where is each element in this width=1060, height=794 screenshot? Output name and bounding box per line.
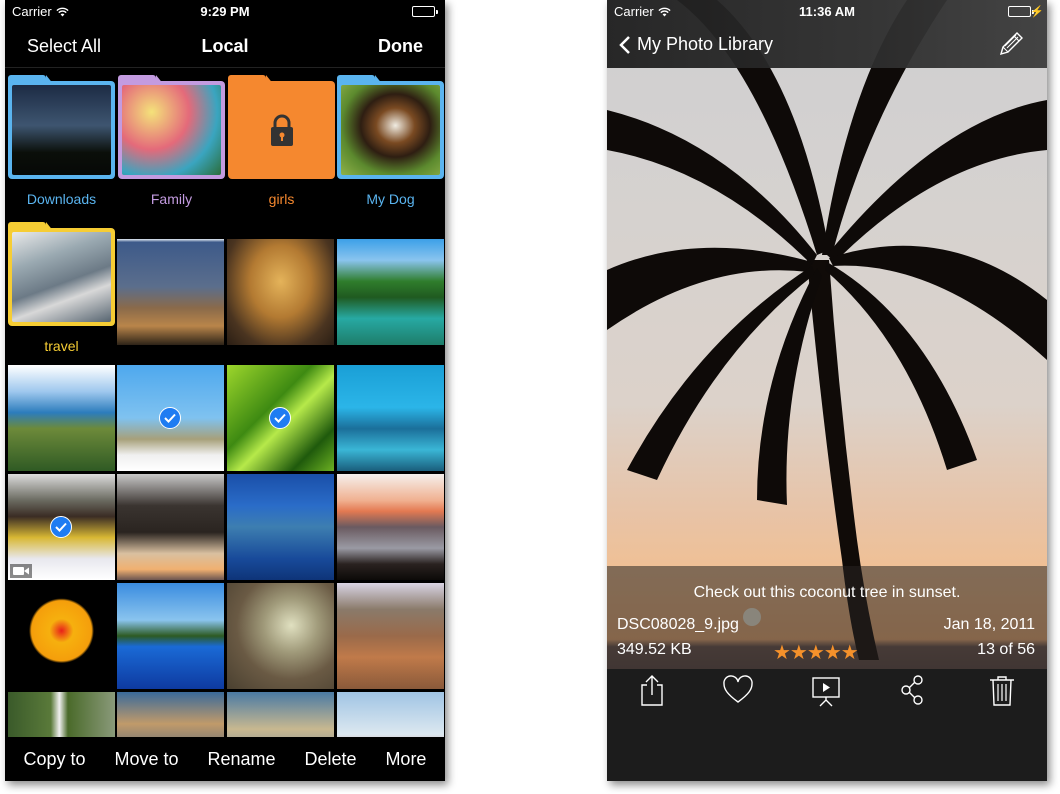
- status-time: 9:29 PM: [200, 4, 250, 19]
- folder-thumbnail: [12, 232, 111, 322]
- photo-thumbnail[interactable]: [117, 365, 224, 471]
- delete-button[interactable]: [985, 673, 1019, 707]
- slideshow-icon: [812, 677, 840, 707]
- folder-label: travel: [44, 338, 79, 354]
- folder-label: Downloads: [26, 191, 97, 207]
- photo-thumbnail[interactable]: [227, 583, 334, 689]
- favorite-button[interactable]: [721, 673, 755, 707]
- folder-thumbnail: [122, 85, 221, 175]
- photo-caption: Check out this coconut tree in sunset.: [693, 584, 961, 601]
- chevron-left-icon: [619, 35, 630, 54]
- video-camera-icon: [10, 564, 32, 578]
- star-rating[interactable]: ★★★★★: [773, 640, 859, 665]
- more-button[interactable]: More: [385, 749, 426, 770]
- back-label: My Photo Library: [637, 34, 774, 54]
- pencil-icon[interactable]: [997, 30, 1025, 58]
- photo-thumbnail[interactable]: [337, 692, 444, 737]
- navigation-bar: Carrier 11:36 AM ⚡ My Photo Library: [607, 0, 1047, 68]
- photo-thumbnail[interactable]: [117, 474, 224, 580]
- photo-thumbnail[interactable]: [8, 474, 115, 580]
- folder-downloads[interactable]: Downloads: [8, 69, 115, 209]
- folder-label: girls: [268, 191, 295, 207]
- share-button[interactable]: [635, 673, 669, 707]
- bottom-toolbar: Copy to Move to Rename Delete More: [5, 737, 445, 781]
- folder-family[interactable]: Family: [118, 69, 225, 209]
- photo-thumbnail[interactable]: [227, 474, 334, 580]
- lock-icon: [271, 114, 293, 146]
- folder-label: Family: [150, 191, 193, 207]
- photo-thumbnail[interactable]: [117, 239, 224, 345]
- photo-thumbnail[interactable]: [117, 692, 224, 737]
- rename-button[interactable]: Rename: [207, 749, 275, 770]
- file-name: DSC08028_9.jpg: [617, 616, 739, 633]
- slideshow-button[interactable]: [809, 673, 843, 707]
- photo-thumbnail[interactable]: [117, 583, 224, 689]
- selected-check-icon: [50, 516, 72, 538]
- trash-icon: [990, 676, 1014, 706]
- folder-girls[interactable]: girls: [228, 69, 335, 209]
- folder-travel[interactable]: travel: [8, 216, 115, 356]
- select-all-button[interactable]: Select All: [27, 36, 101, 57]
- photo-thumbnail[interactable]: [8, 365, 115, 471]
- photo-thumbnail[interactable]: [337, 583, 444, 689]
- photo-thumbnail[interactable]: [8, 583, 115, 689]
- share-nodes-button[interactable]: [897, 673, 931, 707]
- photo-viewer-screen: Carrier 11:36 AM ⚡ My Photo Library Chec…: [607, 0, 1047, 781]
- photo-thumbnail[interactable]: [227, 692, 334, 737]
- share-icon: [641, 675, 663, 706]
- photo-date: Jan 18, 2011: [943, 616, 1035, 633]
- share-nodes-icon: [901, 675, 923, 705]
- photo-grid: Downloads Family girls My Dog travel: [5, 69, 445, 737]
- selected-check-icon: [269, 407, 291, 429]
- folder-thumbnail: [12, 85, 111, 175]
- folder-label: My Dog: [366, 191, 415, 207]
- photo-thumbnail[interactable]: [337, 474, 444, 580]
- photo-thumbnail[interactable]: [337, 365, 444, 471]
- status-time: 11:36 AM: [799, 4, 855, 19]
- delete-button[interactable]: Delete: [304, 749, 356, 770]
- local-browser-screen: Carrier 9:29 PM Select All Local Done Do…: [5, 0, 445, 781]
- status-bar: Carrier 11:36 AM ⚡: [607, 0, 1047, 22]
- folder-my-dog[interactable]: My Dog: [337, 69, 444, 209]
- battery-icon: [1008, 6, 1034, 17]
- photo-thumbnail[interactable]: [227, 239, 334, 345]
- copy-to-button[interactable]: Copy to: [23, 749, 85, 770]
- selected-check-icon: [159, 407, 181, 429]
- folder-thumbnail: [341, 85, 440, 175]
- photo-thumbnail[interactable]: [337, 239, 444, 345]
- file-size: 349.52 KB: [617, 641, 692, 658]
- battery-icon: [412, 6, 438, 17]
- navigation-bar: Select All Local Done: [5, 22, 445, 68]
- heart-icon: [723, 675, 753, 703]
- photo-thumbnail[interactable]: [227, 365, 334, 471]
- photo-thumbnail[interactable]: [8, 692, 115, 737]
- charging-icon: ⚡: [1030, 6, 1044, 18]
- photo-position: 13 of 56: [977, 641, 1035, 658]
- move-to-button[interactable]: Move to: [114, 749, 178, 770]
- back-button[interactable]: My Photo Library: [619, 34, 773, 55]
- status-bar: Carrier 9:29 PM: [5, 0, 445, 22]
- done-button[interactable]: Done: [378, 36, 423, 57]
